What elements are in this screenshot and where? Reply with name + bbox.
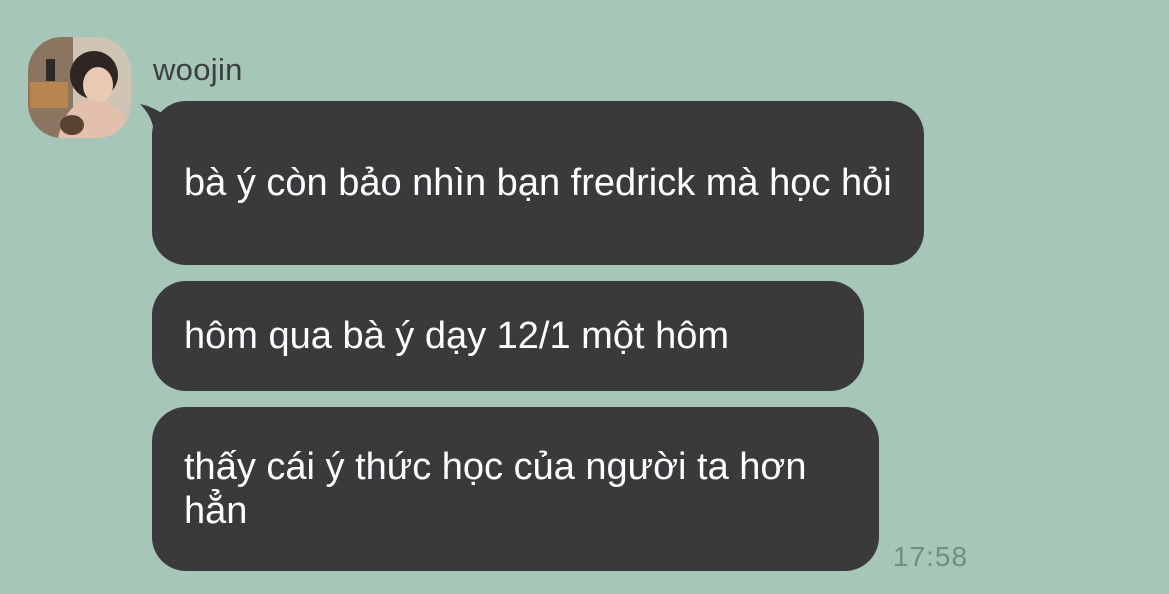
message-bubble[interactable]: hôm qua bà ý dạy 12/1 một hôm: [152, 281, 864, 391]
avatar[interactable]: [28, 37, 131, 138]
message-bubble[interactable]: bà ý còn bảo nhìn bạn fredrick mà học hỏ…: [152, 101, 924, 265]
message-bubble[interactable]: thấy cái ý thức học của người ta hơn hẳn: [152, 407, 879, 571]
message-text: hôm qua bà ý dạy 12/1 một hôm: [184, 315, 729, 357]
message-text: thấy cái ý thức học của người ta hơn hẳn: [184, 446, 807, 532]
sender-name: woojin: [153, 52, 243, 87]
message-timestamp: 17:58: [893, 541, 969, 572]
profile-photo-icon: [28, 37, 131, 138]
message-text: bà ý còn bảo nhìn bạn fredrick mà học hỏ…: [184, 162, 892, 204]
